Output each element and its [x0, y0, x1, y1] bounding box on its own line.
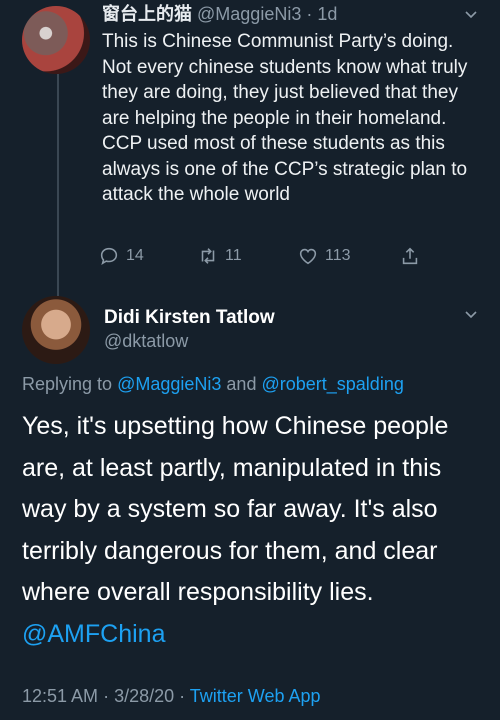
retweet-count: 11	[225, 247, 242, 264]
parent-tweet: 窗台上的猫 @MaggieNi3 · 1d This is Chinese Co…	[102, 2, 482, 208]
tweet-source[interactable]: Twitter Web App	[190, 686, 321, 706]
replying-user-link[interactable]: @robert_spalding	[261, 374, 403, 394]
tweet-text: This is Chinese Communist Party’s doing.…	[102, 31, 468, 205]
user-handle[interactable]: @dktatlow	[104, 331, 188, 352]
share-icon	[402, 247, 418, 265]
avatar[interactable]	[22, 296, 90, 364]
reply-count: 14	[126, 247, 144, 264]
user-display-name[interactable]: Didi Kirsten Tatlow	[104, 307, 275, 329]
mention-link[interactable]: @AMFChina	[22, 620, 165, 648]
separator-dot: ·	[98, 686, 115, 706]
avatar[interactable]	[22, 6, 90, 74]
separator-dot: ·	[174, 686, 190, 706]
separator-dot: ·	[301, 4, 318, 24]
chevron-down-icon[interactable]	[464, 307, 478, 321]
tweet-time[interactable]: 12:51 AM	[22, 686, 98, 706]
replying-to-context: Replying to @MaggieNi3 and @robert_spald…	[22, 374, 404, 395]
retweet-button[interactable]: 11	[197, 245, 242, 267]
tweet-body-text: Yes, it's upsetting how Chinese people a…	[22, 412, 449, 606]
share-button[interactable]	[399, 245, 421, 267]
tweet-text: Yes, it's upsetting how Chinese people a…	[22, 406, 487, 655]
user-display-name[interactable]: 窗台上的猫	[102, 4, 192, 24]
user-handle[interactable]: @MaggieNi3	[197, 4, 301, 24]
reply-button[interactable]: 14	[98, 245, 144, 267]
chevron-down-icon[interactable]	[464, 7, 478, 21]
like-count: 113	[325, 247, 351, 264]
heart-icon	[299, 248, 317, 265]
reply-icon	[100, 247, 118, 266]
tweet-header: 窗台上的猫 @MaggieNi3 · 1d	[102, 2, 482, 26]
replying-and: and	[226, 374, 257, 394]
like-button[interactable]: 113	[297, 245, 351, 267]
replying-user-link[interactable]: @MaggieNi3	[117, 374, 221, 394]
tweet-time[interactable]: 1d	[317, 4, 337, 24]
tweet-timestamp: 12:51 AM · 3/28/20 · Twitter Web App	[22, 686, 321, 707]
thread-connector-line	[57, 74, 59, 296]
retweet-icon	[201, 248, 215, 264]
tweet-actions: 14 11 113	[98, 245, 438, 269]
tweet-date[interactable]: 3/28/20	[114, 686, 174, 706]
replying-prefix: Replying to	[22, 374, 113, 394]
